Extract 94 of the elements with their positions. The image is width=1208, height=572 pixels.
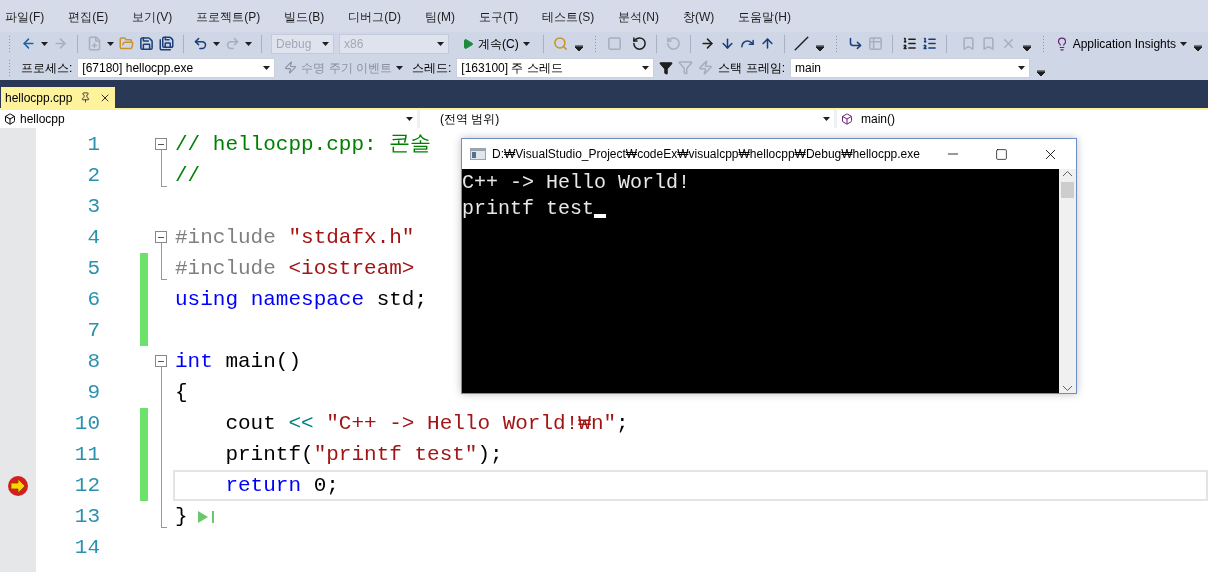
member-combo[interactable]: main() [837, 110, 1208, 128]
dropdown-caret-icon[interactable] [823, 117, 830, 121]
save-icon[interactable] [139, 36, 154, 51]
menu-item[interactable]: 편집(E) [68, 8, 109, 26]
continue-button[interactable]: 계속(C) [458, 34, 534, 53]
line-number: 12 [73, 473, 100, 499]
pin-icon[interactable] [80, 92, 92, 103]
vertical-scrollbar[interactable] [1059, 169, 1076, 393]
line-number: 1 [86, 132, 100, 158]
process-combo[interactable]: [67180] hellocpp.exe [77, 57, 276, 78]
toolbar-grip[interactable] [8, 34, 12, 53]
overflow-icon[interactable] [1194, 43, 1203, 51]
collapse-icon[interactable] [155, 231, 167, 243]
step-into-icon[interactable] [719, 36, 735, 51]
cube-icon [841, 113, 853, 125]
undo-icon[interactable] [193, 36, 208, 51]
code-line: int main() [175, 349, 302, 375]
document-tab[interactable]: hellocpp.cpp [1, 87, 116, 108]
console-output-line: C++ -> Hello World! [462, 170, 691, 196]
console-output-line: printf test [462, 196, 595, 222]
line-number: 9 [86, 380, 100, 406]
stack-frame-combo[interactable]: main [790, 57, 1031, 78]
menu-item[interactable]: 창(W) [683, 8, 715, 26]
dropdown-caret-icon[interactable] [245, 41, 252, 46]
restart-icon[interactable] [631, 36, 647, 51]
code-line: // [175, 163, 201, 189]
arrow-right-icon[interactable] [699, 36, 715, 51]
menu-item[interactable]: 도구(T) [479, 8, 519, 26]
overflow-icon[interactable] [815, 43, 824, 51]
menu-item[interactable]: 도움말(H) [738, 8, 791, 26]
line-number: 3 [86, 194, 100, 220]
code-line: // hellocpp.cpp: 콘솔 [175, 132, 432, 158]
play-icon [462, 37, 474, 50]
thread-combo[interactable]: [163100] 주 스레드 [456, 57, 655, 78]
menu-item[interactable]: 테스트(S) [542, 8, 595, 26]
code-line: { [175, 380, 188, 406]
code-line: printf("printf test"); [224, 442, 503, 468]
code-line: cout << "C++ -> Hello World!₩n"; [224, 411, 629, 437]
menu-item[interactable]: 보기(V) [132, 8, 173, 26]
line-number: 13 [73, 504, 100, 530]
project-icon [4, 113, 16, 125]
scrollbar-thumb[interactable] [1061, 182, 1074, 198]
dropdown-caret-icon[interactable] [213, 41, 220, 46]
collapse-icon[interactable] [155, 355, 167, 367]
dropdown-caret-icon[interactable] [1018, 65, 1026, 70]
code-line: #include <iostream> [175, 256, 415, 282]
scope-combo[interactable]: (전역 범위) [420, 110, 834, 128]
line-number: 10 [73, 411, 100, 437]
process-label: 프로세스: [21, 59, 73, 77]
dropdown-caret-icon[interactable] [642, 65, 650, 70]
code-line: } [175, 504, 188, 530]
line-number: 8 [86, 349, 100, 375]
overflow-icon[interactable] [1022, 43, 1031, 51]
menu-item[interactable]: 디버그(D) [348, 8, 401, 26]
dropdown-caret-icon[interactable] [1180, 41, 1188, 46]
overflow-icon[interactable] [1037, 68, 1046, 76]
project-combo[interactable]: hellocpp [0, 110, 417, 128]
dropdown-caret-icon[interactable] [107, 41, 114, 46]
line-number: 5 [86, 256, 100, 282]
thread-label: 스레드: [412, 59, 452, 77]
line-number: 4 [86, 225, 100, 251]
line-number: 11 [73, 442, 100, 468]
maximize-icon[interactable] [995, 147, 1008, 161]
collapse-icon[interactable] [155, 138, 167, 150]
menu-item[interactable]: 빌드(B) [284, 8, 325, 26]
filter-icon[interactable] [659, 60, 674, 75]
dropdown-caret-icon[interactable] [41, 41, 48, 46]
scroll-up-icon[interactable] [1063, 171, 1072, 176]
line-number: 14 [73, 535, 100, 561]
menu-item[interactable]: 분석(N) [618, 8, 659, 26]
overflow-icon[interactable] [574, 43, 583, 51]
menu-item[interactable]: 프로젝트(P) [196, 8, 261, 26]
code-line: using namespace std; [175, 287, 428, 313]
menu-item[interactable]: 파일(F) [5, 8, 45, 26]
lightning-icon [284, 61, 298, 74]
text-cursor [594, 214, 607, 218]
toolbar-grip[interactable] [8, 58, 12, 77]
line-number: 6 [86, 287, 100, 313]
code-line: return 0; [224, 473, 339, 499]
save-all-icon[interactable] [159, 36, 174, 51]
line-number: 7 [86, 318, 100, 344]
console-app-icon [470, 148, 486, 160]
menu-item[interactable]: 팀(M) [425, 8, 455, 26]
dropdown-caret-icon[interactable] [522, 41, 530, 46]
line-number: 2 [86, 163, 100, 189]
code-line: #include "stdafx.h" [175, 225, 415, 251]
back-icon[interactable] [21, 36, 36, 51]
window-title: D:₩VisualStudio_Project₩codeEx₩visualcpp₩hellocpp₩Debug₩hellocpp.exe [492, 146, 921, 163]
dropdown-caret-icon[interactable] [263, 65, 271, 70]
step-out-icon[interactable] [759, 36, 775, 51]
dropdown-caret-icon[interactable] [406, 117, 413, 121]
scroll-down-icon[interactable] [1063, 386, 1072, 391]
stack-frame-label: 스택 프레임: [718, 59, 786, 77]
application-insights-button[interactable]: Application Insights [1054, 34, 1188, 53]
